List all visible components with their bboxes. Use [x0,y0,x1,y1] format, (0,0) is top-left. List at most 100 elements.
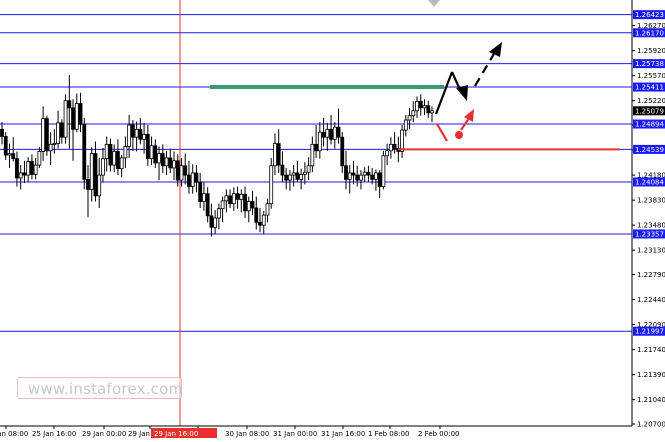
candle-body [336,126,341,138]
candle-body [344,165,348,180]
candle-body [48,143,53,152]
candle-body [142,133,146,140]
candle-body [284,174,289,181]
candle-body [7,153,12,156]
candle-body [153,145,158,164]
candle-body [377,172,382,187]
level-label: 1.25079 [635,107,664,115]
candle-body [310,143,315,167]
price-tick-label: 1.25220 [637,97,665,105]
candle-body [261,214,266,226]
candle-body [265,203,270,216]
candle-body [359,174,363,181]
candle-body [59,122,64,138]
candle-body [340,136,345,167]
candle-body [97,174,102,197]
time-tick-label: 31 Jan 16:00 [321,430,365,438]
candle-body [145,133,150,160]
candle-body [168,157,173,169]
price-tick-label: 1.23830 [637,197,665,205]
candle-body [288,174,292,181]
level-label: 1.23357 [635,230,664,238]
level-label: 1.25411 [635,84,664,92]
candle-body [351,172,356,176]
candle-body [418,101,423,109]
candle-body [89,153,94,190]
candle-body [138,128,143,140]
candle-body [67,100,72,109]
level-label: 1.26423 [635,11,664,19]
price-tick-label: 1.22790 [637,271,665,279]
candle-body [164,157,169,167]
candle-body [276,143,281,166]
level-label: 1.24894 [635,121,664,129]
candle-body [258,221,262,226]
candle-body [362,171,367,176]
candle-body [74,103,79,130]
candle-body [366,171,371,176]
candle-body [321,131,326,138]
candle-body [134,128,139,138]
price-tick-label: 1.25570 [637,72,665,80]
candle-body [295,172,300,180]
candle-body [291,172,296,176]
candle-body [194,172,199,183]
candle-body [108,143,113,166]
candle-body [198,181,203,202]
candle-body [71,107,75,130]
candle-body [306,165,311,173]
candle-body [52,143,57,146]
candle-body [209,215,214,228]
candle-body [415,101,419,112]
price-tick-label: 1.23480 [637,222,665,230]
level-label: 1.21997 [635,328,664,336]
candle-body [202,193,206,202]
candle-body [78,103,83,125]
candle-body [179,165,184,181]
time-tick-label: 2 Feb 00:00 [418,430,459,438]
candle-body [56,122,60,145]
candle-body [93,153,98,197]
candle-body [216,208,221,219]
candle-body [104,143,109,160]
time-tick-label: 1 Feb 08:00 [368,430,409,438]
price-tick-label: 1.25920 [637,47,665,55]
candle-body [400,129,404,152]
candle-body [220,200,225,210]
level-label: 1.25738 [635,60,664,68]
price-tick-label: 1.21390 [637,371,665,379]
candle-body [112,151,117,166]
candle-body [403,119,408,131]
price-tick-label: 1.21740 [637,346,665,354]
candle-body [63,100,68,138]
candle-body [41,118,46,152]
candle-body [317,131,322,152]
instaforex-watermark: www.instaforex.com [17,377,183,399]
forex-chart: 1.262701.259201.255701.252201.248801.245… [0,0,665,438]
candle-body [302,171,307,175]
price-axis: 1.262701.259201.255701.252201.248801.245… [631,0,665,429]
candle-body [44,118,49,152]
candle-body [30,161,34,175]
time-axis: 24 Jan 08:00 25 Jan 16:00 29 Jan 00:00 29 J… [0,425,632,438]
alternative-dot [455,131,463,139]
candle-body [101,158,105,176]
price-tick-label: 1.22440 [637,296,665,304]
candle-body [183,165,188,176]
candle-body [239,194,244,200]
candle-body [254,207,259,223]
candle-body [422,105,427,109]
candle-body [407,115,412,121]
candle-body [213,217,218,228]
candle-body [86,178,90,190]
candle-body [160,153,165,167]
candle-body [388,143,393,152]
candle-body [347,172,352,180]
candle-body [385,150,390,157]
candle-body [190,172,195,187]
time-tick-label: 29 Jan 00:00 [82,430,126,438]
time-tick-label: 25 Jan 16:00 [32,430,76,438]
candle-body [314,143,318,152]
candle-body [370,174,375,180]
candle-body [250,201,255,209]
